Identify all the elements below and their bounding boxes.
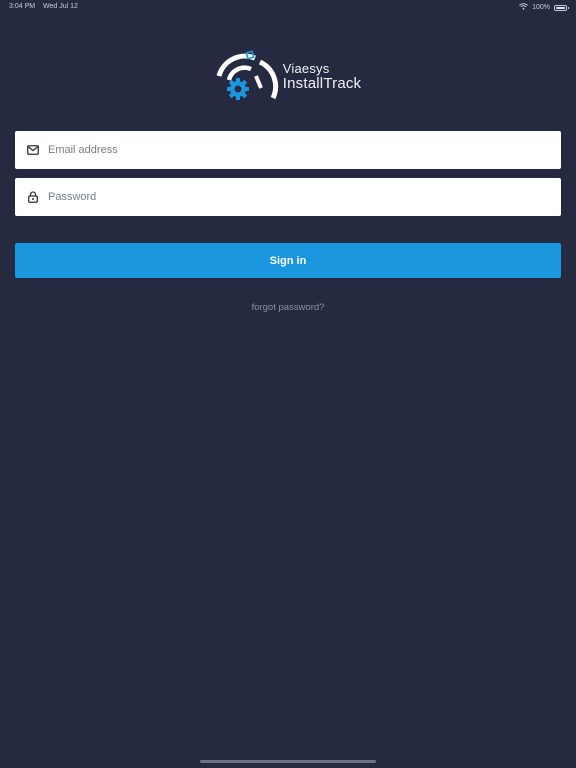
password-input[interactable] (46, 177, 561, 217)
home-indicator[interactable] (200, 760, 376, 763)
brand-line2: InstallTrack (282, 74, 362, 92)
brand-logo: Viaesys InstallTrack (0, 50, 576, 104)
battery-icon (554, 4, 569, 11)
status-time: 3:04 PM (9, 3, 36, 10)
status-bar: 3:04 PM Wed Jul 12 100% (0, 0, 576, 14)
envelope-icon (26, 143, 40, 157)
forgot-password-link[interactable]: forgot password? (0, 302, 576, 313)
lock-icon (26, 190, 40, 204)
brand-name: Viaesys InstallTrack (283, 62, 362, 91)
gear-gauge-logo-icon (216, 50, 278, 100)
status-right: 100% (519, 3, 569, 12)
email-input[interactable] (46, 130, 561, 170)
wifi-icon (519, 3, 528, 12)
battery-percent: 100% (532, 4, 550, 11)
status-left: 3:04 PM Wed Jul 12 (9, 3, 78, 10)
brand-line1: Viaesys (282, 61, 330, 77)
sign-in-button[interactable]: Sign in (15, 243, 561, 278)
password-field[interactable] (15, 177, 561, 217)
email-field[interactable] (15, 130, 561, 170)
status-date: Wed Jul 12 (43, 3, 78, 10)
